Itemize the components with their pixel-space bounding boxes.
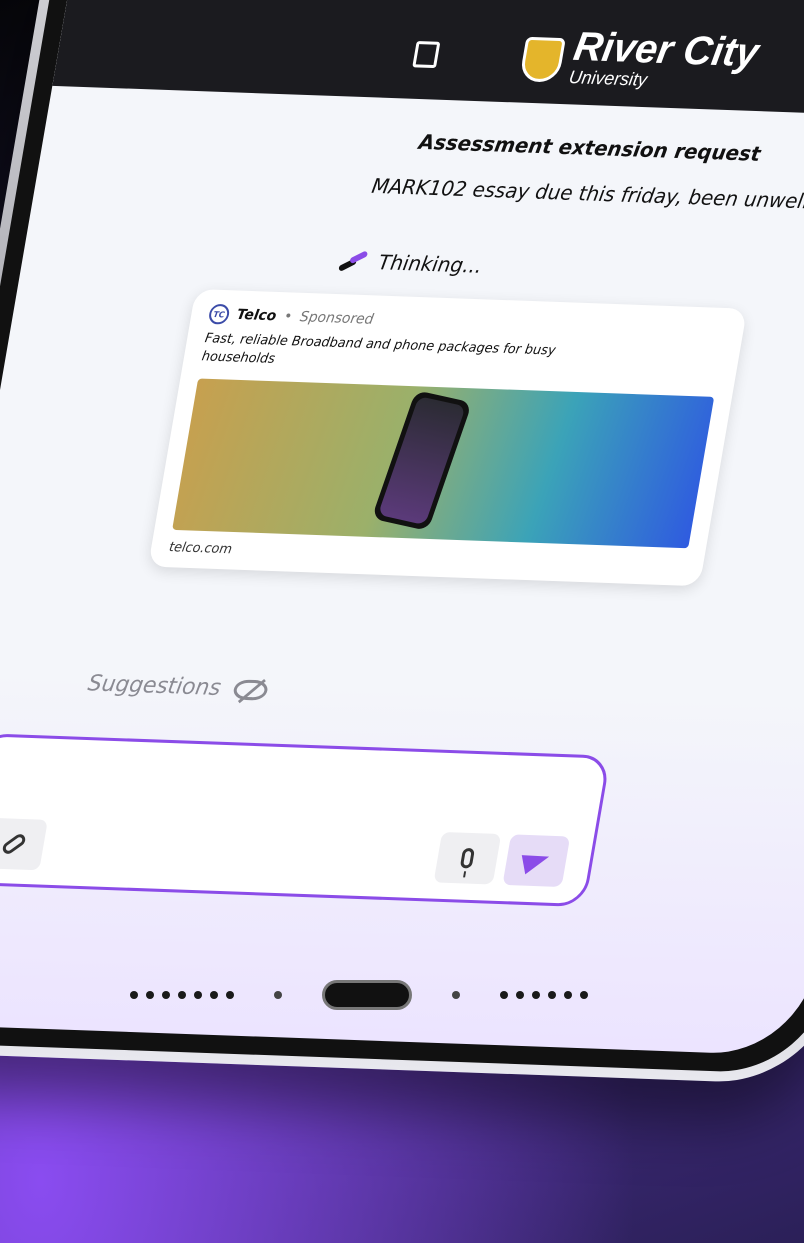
suggestions-toggle[interactable]: Suggestions: [86, 671, 270, 703]
brand-logo: River City University: [567, 24, 763, 93]
phone-bottom-ports: [130, 980, 588, 1010]
ad-text: Fast, reliable Broadband and phone packa…: [200, 331, 557, 367]
menu-icon[interactable]: [412, 41, 441, 69]
speaker-grille-right: [500, 991, 588, 999]
thinking-label: Thinking...: [376, 249, 484, 278]
send-icon: [521, 847, 551, 875]
ad-separator: •: [282, 308, 294, 325]
stage: River City University Assessment extensi…: [0, 0, 804, 1243]
attach-button[interactable]: [0, 817, 48, 871]
mic-hole-2: [452, 991, 460, 999]
chat-message: MARK102 essay due this friday, been unwe…: [369, 173, 804, 214]
speaker-grille-left: [130, 991, 234, 999]
chat-content: Assessment extension request MARK102 ess…: [0, 86, 804, 1056]
phone-bezel: River City University Assessment extensi…: [0, 0, 804, 1075]
telco-logo-icon: TC: [207, 303, 231, 325]
paperclip-icon: [0, 831, 28, 857]
eye-off-icon[interactable]: [232, 678, 270, 701]
brand-name: River City: [570, 24, 763, 76]
ad-phone-image: [371, 390, 473, 532]
sponsored-ad-card[interactable]: TC Telco • Sponsored Fast, reliable Broa…: [147, 288, 748, 587]
phone-screen: River City University Assessment extensi…: [0, 0, 804, 1056]
mic-icon: [459, 847, 476, 869]
usb-port: [322, 980, 412, 1010]
ad-brand: Telco: [235, 306, 278, 325]
mic-button[interactable]: [433, 831, 502, 885]
ad-image[interactable]: [172, 378, 715, 549]
thinking-indicator: Thinking...: [337, 249, 484, 278]
suggestions-label: Suggestions: [86, 671, 223, 702]
thinking-icon: [337, 250, 370, 273]
send-button[interactable]: [502, 834, 571, 887]
chat-title: Assessment extension request: [417, 129, 763, 166]
crest-icon: [518, 36, 566, 83]
phone-device: River City University Assessment extensi…: [0, 0, 804, 1086]
ad-sponsored-label: Sponsored: [298, 309, 375, 328]
mic-hole: [274, 991, 282, 999]
message-composer[interactable]: [0, 733, 611, 908]
